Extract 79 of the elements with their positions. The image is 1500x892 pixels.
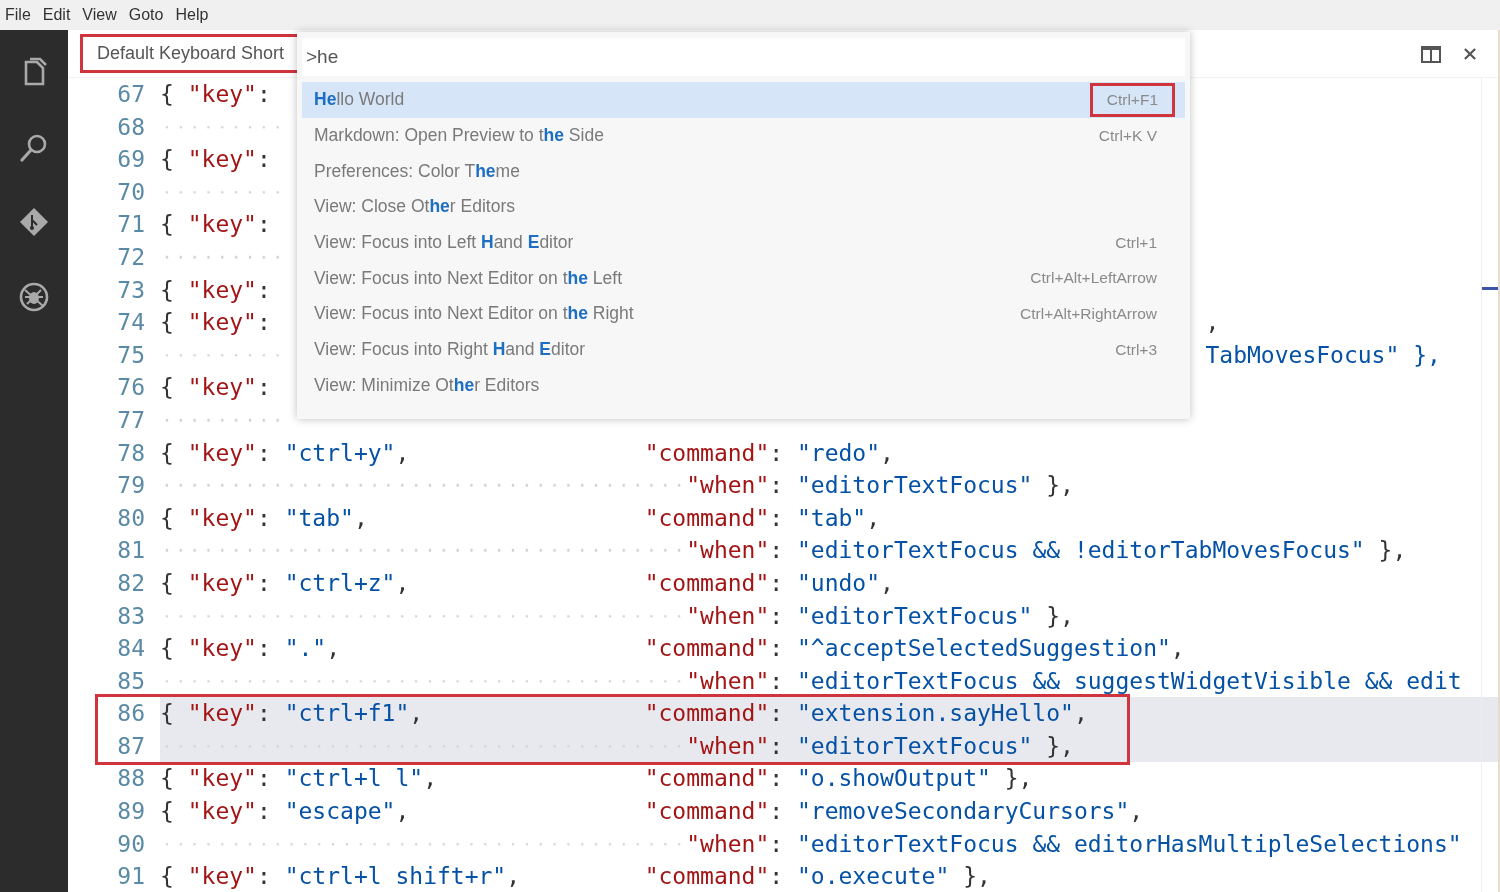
line-number: 83 — [116, 601, 145, 631]
code-text: { "key": "tab", — [160, 503, 369, 533]
line-number: 91 — [116, 862, 145, 892]
keybinding-label: Ctrl+F1 — [1089, 82, 1175, 117]
command-item[interactable]: Hello World Ctrl+F1 — [302, 82, 1185, 118]
command-item[interactable]: View: Minimize Other Editors — [302, 367, 1185, 404]
code-text: "command": "redo", — [644, 438, 894, 468]
line-number: 80 — [116, 503, 145, 533]
keybinding-label: Ctrl+Alt+LeftArrow — [1030, 269, 1157, 288]
line-number: 68 — [116, 112, 145, 142]
code-text: "command": "extension.sayHello", — [644, 699, 1088, 729]
code-text: { "key": "ctrl+l shift+r", — [160, 862, 522, 892]
line-number: 70 — [116, 177, 145, 207]
command-item[interactable]: View: Focus into Right Hand Editor Ctrl+3 — [302, 331, 1185, 368]
ruler-mark — [1482, 287, 1498, 290]
code-text: { "key": — [160, 80, 271, 109]
code-text: "when": "editorTextFocus" }, — [686, 601, 1074, 631]
code-text: "when": "editorTextFocus" }, — [686, 731, 1074, 761]
keybinding-label: Ctrl+Alt+RightArrow — [1020, 304, 1157, 323]
command-item[interactable]: View: Focus into Left Hand Editor Ctrl+1 — [302, 224, 1185, 261]
code-text: { "key": ".", — [160, 634, 342, 664]
line-number: 81 — [116, 536, 145, 566]
bug-icon[interactable] — [17, 280, 51, 314]
code-text: { "key": — [160, 210, 271, 240]
line-number: 85 — [116, 666, 145, 696]
code-text: { "key": "ctrl+y", — [160, 438, 411, 468]
code-text: "command": "o.execute" }, — [644, 862, 991, 892]
code-text: { "key": — [160, 275, 271, 305]
command-item[interactable]: View: Focus into Next Editor on the Left Ctrl+Alt+LeftArrow — [302, 260, 1185, 297]
code-text: TabMovesFocus" }, — [1205, 340, 1441, 370]
line-number: 79 — [116, 471, 145, 501]
code-text: "when": "editorTextFocus" }, — [686, 471, 1074, 501]
code-text: "when": "editorTextFocus && editorHasMultipleSelections" — [686, 829, 1462, 859]
line-number: 84 — [116, 634, 145, 664]
menu-item[interactable]: Edit — [39, 6, 80, 24]
line-number: 67 — [116, 80, 145, 109]
line-number: 71 — [116, 210, 145, 240]
menu-item[interactable]: View — [79, 6, 126, 24]
line-number: 76 — [116, 373, 145, 403]
code-text: { "key": "escape", — [160, 797, 411, 827]
line-number: 90 — [116, 829, 145, 859]
line-number: 77 — [116, 405, 145, 435]
code-text: "when": "editorTextFocus && !editorTabMovesFocus" }, — [686, 536, 1407, 566]
line-number: 82 — [116, 568, 145, 598]
command-item[interactable]: View: Close Other Editors — [302, 189, 1185, 225]
line-number: 87 — [116, 731, 145, 761]
line-number: 74 — [116, 308, 145, 338]
close-icon[interactable] — [1462, 45, 1478, 62]
code-text: "command": "removeSecondaryCursors", — [644, 797, 1144, 827]
command-item[interactable]: View: Focus into Next Editor on the Right Ctrl+Alt+RightArrow — [302, 296, 1185, 332]
code-text: , — [1205, 308, 1220, 338]
code-text: "when": "editorTextFocus && suggestWidgetVisible && edit — [686, 666, 1462, 696]
command-input[interactable]: >he — [302, 38, 1185, 76]
line-number: 88 — [116, 764, 145, 794]
line-number: 73 — [116, 275, 145, 305]
command-item[interactable]: Preferences: Color Theme — [302, 153, 1185, 190]
keybinding-label: Ctrl+K V — [1098, 126, 1157, 145]
code-text: { "key": "ctrl+z", — [160, 568, 411, 598]
line-number: 75 — [116, 340, 145, 370]
command-item[interactable]: Markdown: Open Preview to the Side Ctrl+K V — [302, 117, 1185, 154]
menu-item[interactable]: Help — [172, 6, 218, 24]
code-text: "command": "^acceptSelectedSuggestion", — [644, 634, 1185, 664]
code-text: { "key": — [160, 373, 271, 403]
code-text: { "key": — [160, 145, 271, 175]
line-number: 89 — [116, 797, 145, 827]
keybinding-label: Ctrl+1 — [1115, 233, 1157, 252]
code-text: "command": "undo", — [644, 568, 894, 598]
line-number: 78 — [116, 438, 145, 468]
menu-item[interactable]: Goto — [125, 6, 173, 24]
code-text: { "key": — [160, 308, 271, 338]
line-number: 86 — [116, 699, 145, 729]
code-text: "command": "tab", — [644, 503, 881, 533]
line-number: 72 — [116, 242, 145, 272]
keybinding-label: Ctrl+3 — [1115, 340, 1157, 359]
code-text: { "key": "ctrl+l l", — [160, 764, 438, 794]
code-text: "command": "o.showOutput" }, — [644, 764, 1033, 794]
code-text: { "key": "ctrl+f1", — [160, 699, 425, 729]
line-number: 69 — [116, 145, 145, 175]
menu-item[interactable]: File — [2, 6, 40, 24]
